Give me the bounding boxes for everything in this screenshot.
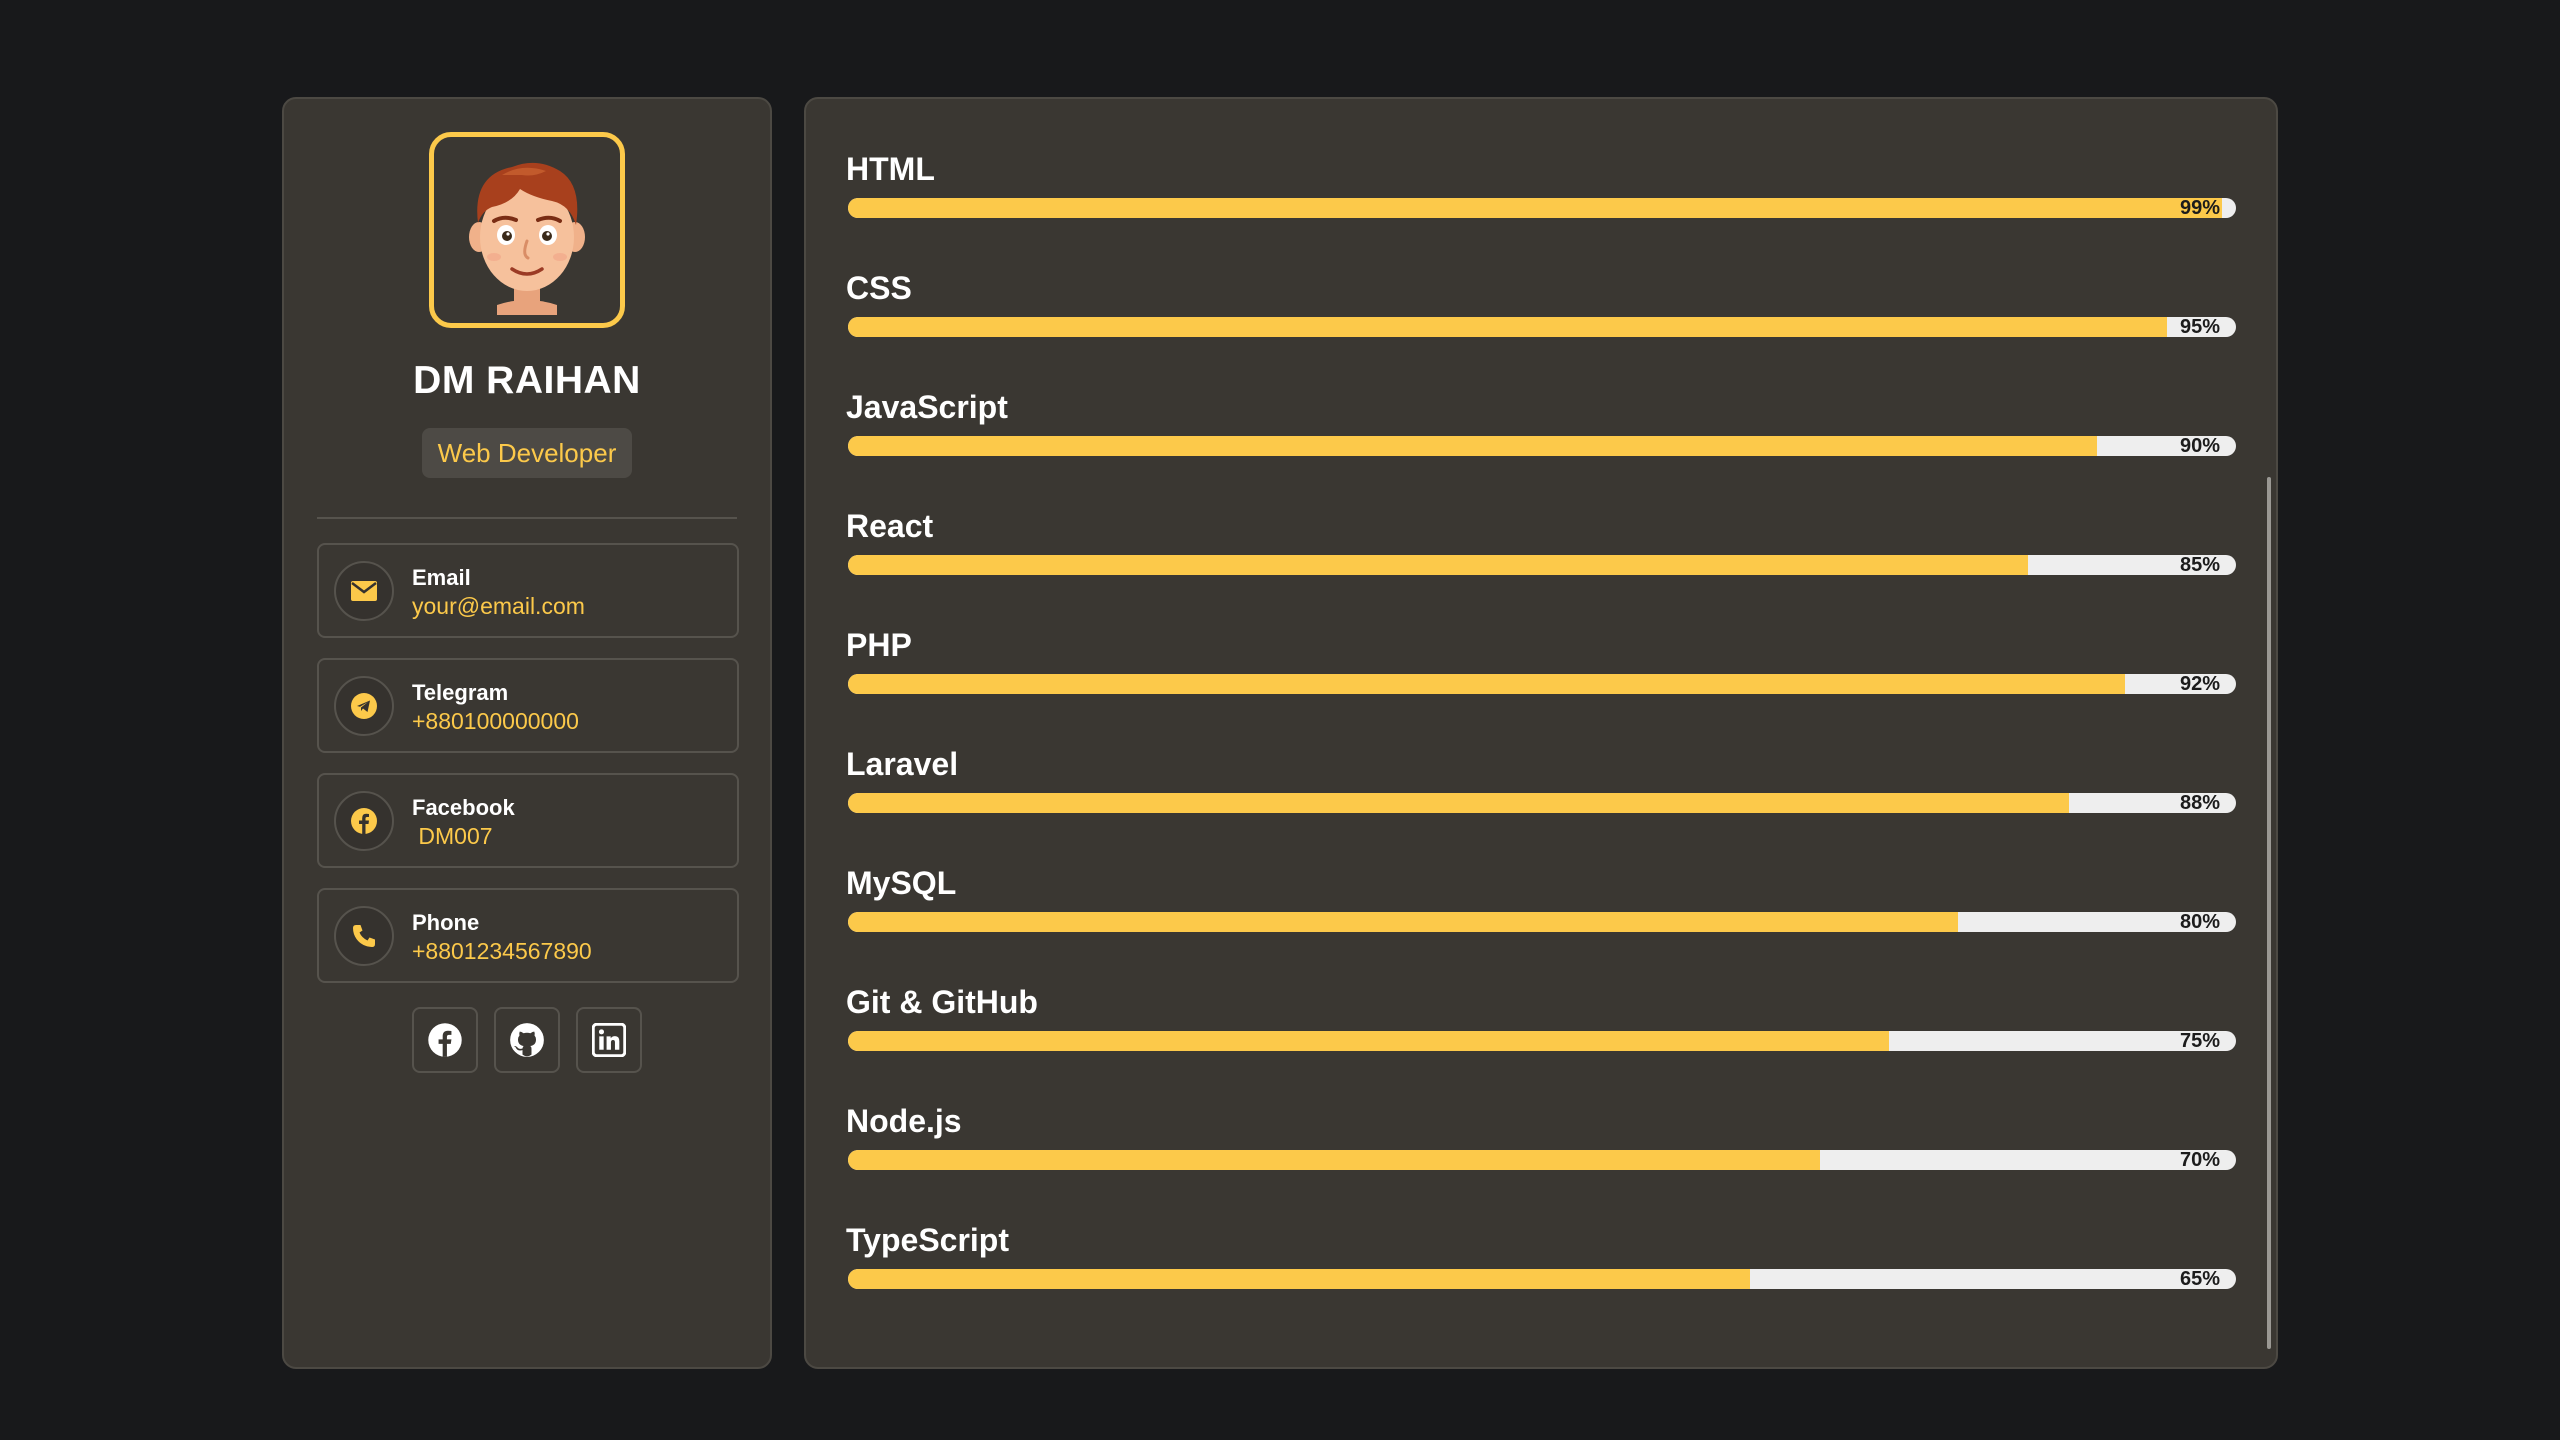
skill-percent-label: 75% <box>2179 1031 2220 1051</box>
contact-phone[interactable]: Phone +8801234567890 <box>317 888 739 983</box>
skill-progress-bar: 75% <box>848 1031 2236 1051</box>
avatar-illustration <box>469 162 585 315</box>
contact-value[interactable]: DM007 <box>412 823 492 850</box>
divider <box>317 517 737 519</box>
skill-percent-label: 85% <box>2179 555 2220 575</box>
skill-progress-bar: 95% <box>848 317 2236 337</box>
skill-progress-fill <box>848 793 2070 813</box>
skill-name: CSS <box>846 270 912 306</box>
contact-facebook[interactable]: Facebook DM007 <box>317 773 739 868</box>
telegram-icon <box>334 676 394 736</box>
skill-progress-fill <box>848 1150 1820 1170</box>
skills-panel: HTML 99% CSS 95% JavaScript 90% React 85% PHP 92%… <box>804 97 2278 1369</box>
skill-progress-fill <box>848 555 2028 575</box>
skill-progress-fill <box>848 1269 1751 1289</box>
skill-progress-fill <box>848 1031 1889 1051</box>
skill-progress-fill <box>848 198 2223 218</box>
skill-progress-fill <box>848 317 2167 337</box>
linkedin-icon <box>592 1023 626 1057</box>
profile-card: DM RAIHAN Web Developer Email your@email… <box>282 97 772 1369</box>
contact-label: Facebook <box>412 795 515 820</box>
skill-percent-label: 70% <box>2179 1150 2220 1170</box>
skill-progress-bar: 80% <box>848 912 2236 932</box>
skill-name: React <box>846 508 934 544</box>
facebook-link-button[interactable] <box>412 1007 478 1073</box>
envelope-icon <box>334 561 394 621</box>
skill-progress-fill <box>848 674 2125 694</box>
contact-value[interactable]: +880100000000 <box>412 708 579 735</box>
skill-name: HTML <box>846 151 935 187</box>
skill-percent-label: 80% <box>2179 912 2220 932</box>
contact-label: Email <box>412 565 471 590</box>
skill-progress-bar: 88% <box>848 793 2236 813</box>
skill-name: Node.js <box>846 1103 962 1139</box>
contact-label: Telegram <box>412 680 509 705</box>
skill-progress-bar: 65% <box>848 1269 2236 1289</box>
skill-progress-bar: 85% <box>848 555 2236 575</box>
contact-value[interactable]: +8801234567890 <box>412 938 592 965</box>
contact-email[interactable]: Email your@email.com <box>317 543 739 638</box>
skill-percent-label: 88% <box>2179 793 2220 813</box>
skill-progress-bar: 99% <box>848 198 2236 218</box>
profile-name: DM RAIHAN <box>413 359 641 402</box>
facebook-icon <box>428 1023 462 1057</box>
skill-name: PHP <box>846 627 912 663</box>
skill-percent-label: 65% <box>2179 1269 2220 1289</box>
skill-name: TypeScript <box>846 1222 1009 1258</box>
contact-value[interactable]: your@email.com <box>412 593 585 620</box>
skill-progress-bar: 90% <box>848 436 2236 456</box>
phone-icon <box>334 906 394 966</box>
skill-percent-label: 90% <box>2179 436 2220 456</box>
skill-percent-label: 99% <box>2179 198 2220 218</box>
skill-percent-label: 95% <box>2179 317 2220 337</box>
facebook-icon <box>334 791 394 851</box>
github-link-button[interactable] <box>494 1007 560 1073</box>
social-links <box>284 1007 770 1073</box>
skill-name: Git & GitHub <box>846 984 1038 1020</box>
role-badge: Web Developer <box>422 428 632 478</box>
skill-percent-label: 92% <box>2179 674 2220 694</box>
skill-progress-fill <box>848 912 1959 932</box>
skill-progress-fill <box>848 436 2098 456</box>
skill-name: Laravel <box>846 746 959 782</box>
skill-name: JavaScript <box>846 389 1008 425</box>
avatar <box>429 132 625 328</box>
github-icon <box>510 1023 544 1057</box>
contact-telegram[interactable]: Telegram +880100000000 <box>317 658 739 753</box>
scrollbar[interactable] <box>2267 477 2271 1349</box>
skill-progress-bar: 70% <box>848 1150 2236 1170</box>
skill-progress-bar: 92% <box>848 674 2236 694</box>
linkedin-link-button[interactable] <box>576 1007 642 1073</box>
skill-name: MySQL <box>846 865 957 901</box>
contact-label: Phone <box>412 910 480 935</box>
